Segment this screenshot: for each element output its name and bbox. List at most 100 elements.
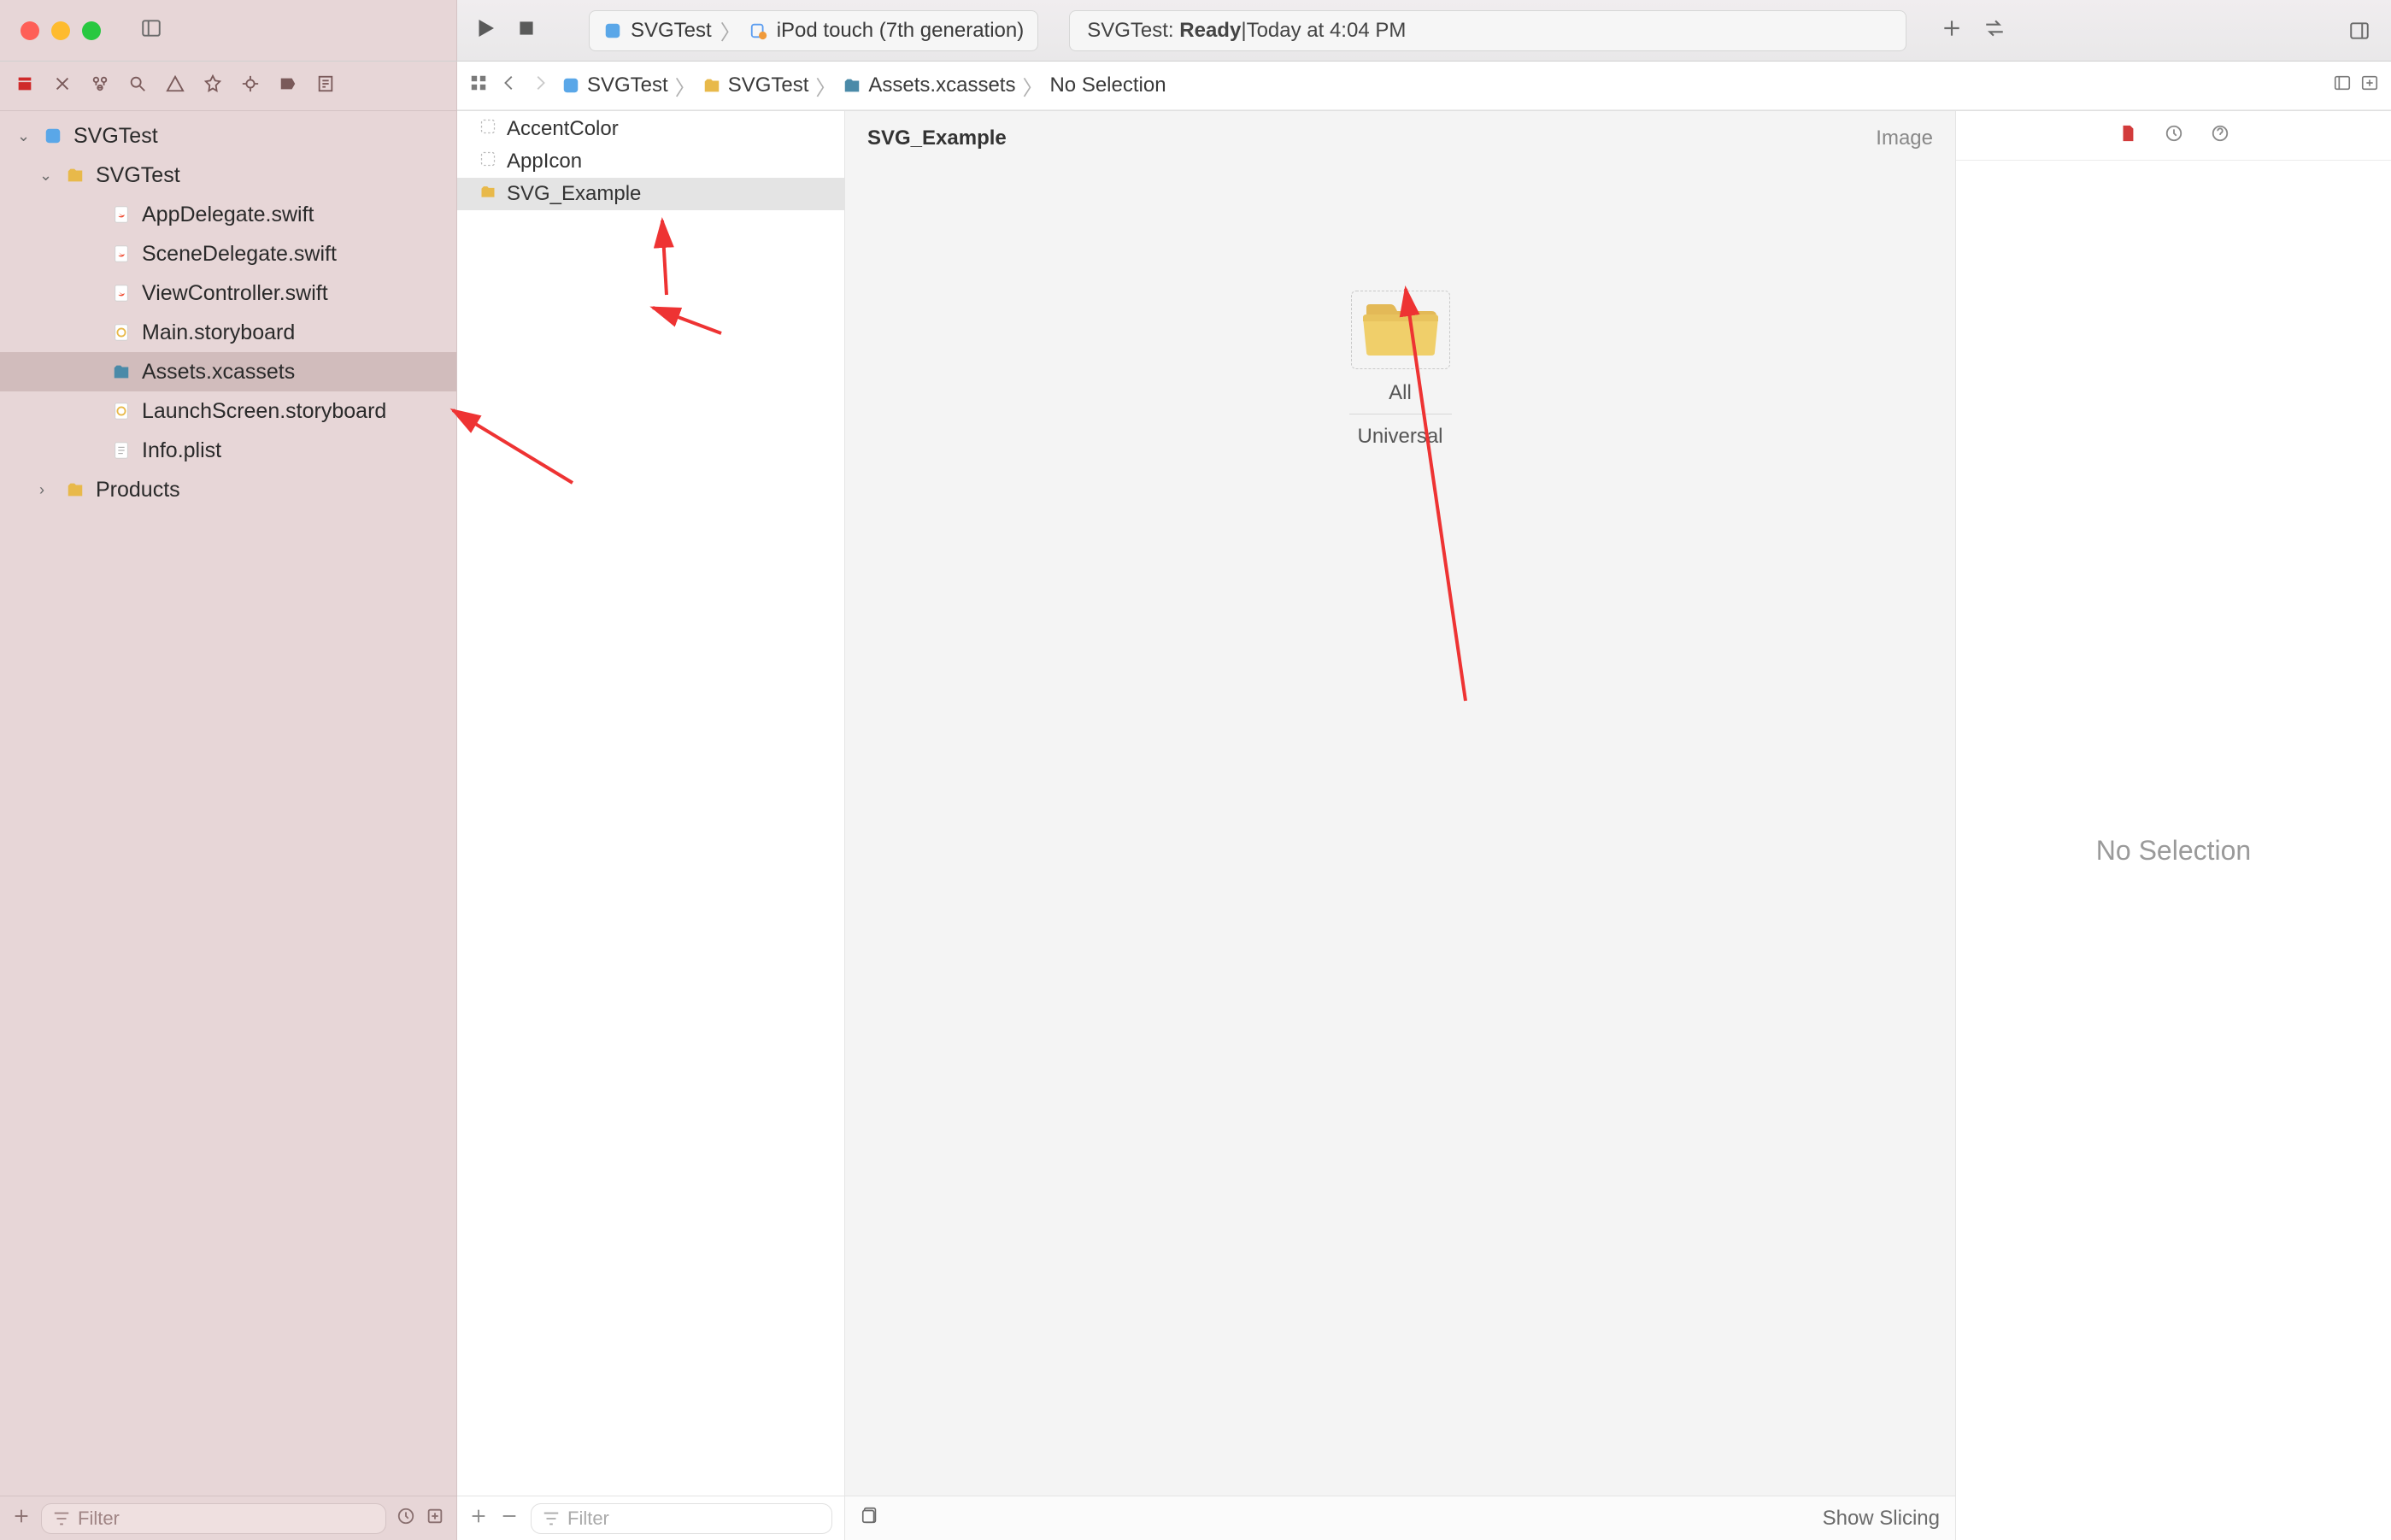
tree-file[interactable]: Main.storyboard [0, 313, 456, 352]
storyboard-file-icon [109, 402, 133, 420]
tree-file[interactable]: AppDelegate.swift [0, 195, 456, 234]
forward-icon[interactable] [531, 73, 549, 98]
project-icon [41, 126, 65, 145]
appicon-asset-icon [479, 150, 496, 173]
editor-layout-icon[interactable] [2333, 73, 2352, 98]
breadcrumb-item[interactable]: SVGTest [587, 73, 668, 97]
well-sublabel: Universal [1357, 425, 1442, 449]
symbol-navigator-icon[interactable] [91, 74, 109, 97]
pathbar-row: SVGTest 〉 SVGTest 〉 Assets.xcassets 〉 No… [0, 62, 2391, 111]
project-tree: ⌄ SVGTest ⌄ SVGTest AppDelegate.swift Sc… [0, 111, 456, 1496]
asset-filter-field[interactable]: Filter [531, 1503, 832, 1534]
tree-group[interactable]: ⌄ SVGTest [0, 156, 456, 195]
titlebar-center: SVGTest 〉 iPod touch (7th generation) SV… [457, 10, 2391, 51]
asset-canvas: SVG_Example Image All Universal Show Sli… [845, 111, 1955, 1540]
navigator-panel: ⌄ SVGTest ⌄ SVGTest AppDelegate.swift Sc… [0, 111, 457, 1540]
body: ⌄ SVGTest ⌄ SVGTest AppDelegate.swift Sc… [0, 111, 2391, 1540]
plus-icon[interactable] [1941, 17, 1963, 44]
history-inspector-icon[interactable] [2165, 124, 2183, 147]
tree-label: Info.plist [142, 438, 221, 463]
scheme-target-label: SVGTest [631, 19, 712, 43]
test-navigator-icon[interactable] [203, 74, 222, 97]
asset-label: AppIcon [507, 150, 582, 173]
debug-navigator-icon[interactable] [241, 74, 260, 97]
status-project-label: SVGTest: [1087, 19, 1173, 43]
file-inspector-icon[interactable] [2118, 124, 2137, 147]
issue-navigator-icon[interactable] [166, 74, 185, 97]
swift-file-icon [109, 284, 133, 303]
close-window-button[interactable] [21, 21, 39, 40]
scm-icon[interactable] [426, 1507, 444, 1530]
asset-item[interactable]: AccentColor [457, 113, 844, 145]
arrows-icon[interactable] [1983, 17, 2006, 44]
device-config-icon[interactable] [861, 1506, 879, 1531]
status-time-label: Today at 4:04 PM [1247, 19, 1407, 43]
swift-file-icon [109, 205, 133, 224]
navigator-selector-bar [0, 62, 457, 111]
minimize-window-button[interactable] [51, 21, 70, 40]
canvas-header: SVG_Example Image [845, 111, 1955, 166]
sidebar-toggle-icon[interactable] [140, 17, 162, 44]
add-icon[interactable] [12, 1507, 31, 1530]
asset-label: AccentColor [507, 117, 619, 141]
recent-icon[interactable] [397, 1507, 415, 1530]
tree-group-products[interactable]: › Products [0, 470, 456, 509]
breadcrumb-item[interactable]: No Selection [1049, 73, 1166, 97]
remove-asset-icon[interactable] [500, 1507, 519, 1530]
run-button[interactable] [473, 15, 498, 45]
tree-file-selected[interactable]: Assets.xcassets [0, 352, 456, 391]
show-slicing-button[interactable]: Show Slicing [1823, 1507, 1940, 1531]
related-items-icon[interactable] [469, 73, 488, 98]
tree-root[interactable]: ⌄ SVGTest [0, 116, 456, 156]
tree-label: AppDelegate.swift [142, 203, 314, 227]
canvas-bottom-bar: Show Slicing [845, 1496, 1955, 1540]
chevron-right-icon[interactable]: › [39, 481, 55, 499]
project-navigator-icon[interactable] [15, 74, 34, 97]
asset-bottom-bar: Filter [457, 1496, 844, 1540]
add-editor-icon[interactable] [2360, 73, 2379, 98]
tree-label: SVGTest [96, 163, 180, 188]
source-control-navigator-icon[interactable] [53, 74, 72, 97]
breakpoint-navigator-icon[interactable] [279, 74, 297, 97]
asset-item-selected[interactable]: SVG_Example [457, 178, 844, 210]
breadcrumb-item[interactable]: Assets.xcassets [868, 73, 1015, 97]
titlebar-left [0, 0, 457, 61]
navigator-bottom-bar: Filter [0, 1496, 456, 1540]
report-navigator-icon[interactable] [316, 74, 335, 97]
navigator-filter-field[interactable]: Filter [41, 1503, 386, 1534]
maximize-window-button[interactable] [82, 21, 101, 40]
chevron-right-icon: 〉 [675, 71, 696, 101]
storyboard-file-icon [109, 323, 133, 342]
chevron-down-icon[interactable]: ⌄ [17, 127, 32, 145]
stop-button[interactable] [515, 17, 538, 44]
help-inspector-icon[interactable] [2211, 124, 2229, 147]
tree-label: Main.storyboard [142, 320, 295, 345]
tree-file[interactable]: ViewController.swift [0, 273, 456, 313]
asset-item[interactable]: AppIcon [457, 145, 844, 178]
titlebar: SVGTest 〉 iPod touch (7th generation) SV… [0, 0, 2391, 62]
tree-label: Products [96, 478, 180, 503]
folder-icon [63, 166, 87, 185]
swift-file-icon [109, 244, 133, 263]
status-bar[interactable]: SVGTest: Ready | Today at 4:04 PM [1069, 10, 1906, 51]
find-navigator-icon[interactable] [128, 74, 147, 97]
inspector-toggle[interactable] [2348, 0, 2370, 62]
inspector-tabs [1956, 111, 2391, 161]
chevron-right-icon: 〉 [815, 71, 836, 101]
tree-label: SceneDelegate.swift [142, 242, 337, 267]
breadcrumb[interactable]: SVGTest 〉 SVGTest 〉 Assets.xcassets 〉 No… [561, 71, 1166, 101]
add-asset-icon[interactable] [469, 1507, 488, 1530]
breadcrumb-item[interactable]: SVGTest [728, 73, 809, 97]
tree-file[interactable]: Info.plist [0, 431, 456, 470]
titlebar-right-buttons [1941, 17, 2006, 44]
scheme-selector[interactable]: SVGTest 〉 iPod touch (7th generation) [589, 10, 1038, 51]
image-well[interactable] [1351, 291, 1450, 369]
pathbar: SVGTest 〉 SVGTest 〉 Assets.xcassets 〉 No… [457, 62, 2391, 110]
back-icon[interactable] [500, 73, 519, 98]
color-asset-icon [479, 117, 496, 141]
plist-file-icon [109, 441, 133, 460]
tree-file[interactable]: SceneDelegate.swift [0, 234, 456, 273]
chevron-down-icon[interactable]: ⌄ [39, 167, 55, 185]
chevron-right-icon: 〉 [1022, 71, 1043, 101]
tree-file[interactable]: LaunchScreen.storyboard [0, 391, 456, 431]
